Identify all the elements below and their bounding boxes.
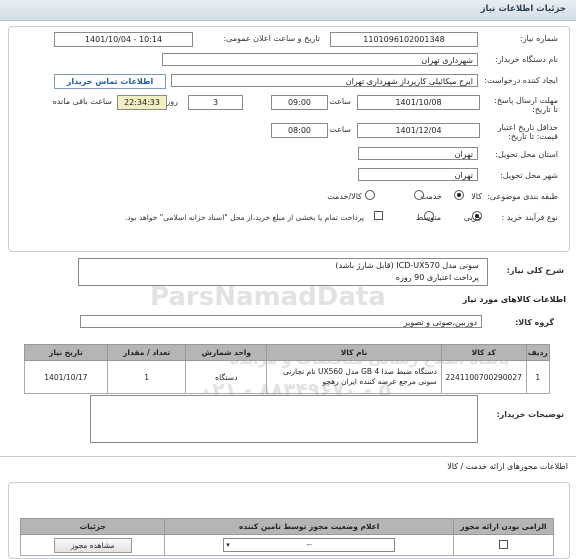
announce-field: 1401/10/04 - 10:14 bbox=[54, 32, 193, 47]
process-option-minor: جزیی bbox=[463, 213, 482, 222]
provider-divider bbox=[0, 456, 576, 457]
view-permit-button[interactable]: مشاهده مجوز bbox=[53, 537, 132, 553]
row-code: 2241100700290027 bbox=[440, 360, 527, 394]
need-number-label: شماره نیاز: bbox=[520, 34, 558, 43]
category-radio-both[interactable] bbox=[365, 190, 375, 200]
goods-table: ردیف کد کالا نام کالا واحد شمارش تعداد /… bbox=[24, 344, 551, 394]
table-row: -- ▾ مشاهده مجوز bbox=[19, 534, 555, 556]
col-unit: واحد شمارش bbox=[185, 344, 268, 361]
days-field: 3 bbox=[188, 95, 243, 110]
col-qty: تعداد / مقدار bbox=[106, 344, 187, 361]
summary-textarea[interactable]: سونی مدل ICD-UX570 (قابل شارژ باشد) پردا… bbox=[78, 258, 488, 286]
buyer-contact-link[interactable]: اطلاعات تماس خریدار bbox=[54, 74, 166, 89]
table-row[interactable]: 1 2241100700290027 دستگاه ضبط صدا 4 GB م… bbox=[24, 360, 551, 394]
required-cell bbox=[452, 534, 555, 556]
send-deadline-label: مهلت ارسال پاسخ: تا تاریخ: bbox=[494, 96, 558, 114]
category-radio-goods[interactable] bbox=[454, 190, 464, 200]
validity-label: حداقل تاریخ اعتبار قیمت: تا تاریخ: bbox=[497, 123, 558, 141]
announce-label: تاریخ و ساعت اعلان عمومی: bbox=[223, 34, 320, 43]
send-time-label: ساعت bbox=[329, 97, 351, 106]
chevron-down-icon: ▾ bbox=[226, 541, 230, 549]
buyer-field: شهرداری تهران bbox=[162, 53, 478, 66]
provider-section-title: اطلاعات مجوزهای ارائه خدمت / کالا bbox=[447, 462, 568, 471]
goods-group-field: دوربین،صوتی و تصویر bbox=[80, 315, 482, 328]
page-title: جزئیات اطلاعات نیاز bbox=[480, 4, 566, 14]
col-date: تاریخ نیاز bbox=[24, 344, 108, 361]
details-cell: مشاهده مجوز bbox=[19, 534, 166, 556]
summary-line-2: پرداخت اعتباری 90 روزه bbox=[395, 273, 479, 282]
treasury-checkbox[interactable] bbox=[374, 211, 383, 220]
row-unit: دستگاه bbox=[185, 360, 268, 394]
province-field: تهران bbox=[358, 147, 478, 160]
send-time-field: 09:00 bbox=[271, 95, 328, 110]
row-index: 1 bbox=[525, 360, 551, 394]
need-number-field: 1101096102001348 bbox=[330, 32, 478, 47]
category-label: طبقه بندی موضوعی: bbox=[487, 192, 558, 201]
creator-label: ایجاد کننده درخواست: bbox=[484, 76, 558, 85]
provider-table-header: الزامی بودن ارائه مجوز اعلام وضعیت مجوز … bbox=[19, 518, 555, 535]
col-required: الزامی بودن ارائه مجوز bbox=[452, 518, 555, 535]
process-label: نوع فرآیند خرید : bbox=[501, 213, 558, 222]
treasury-note: پرداخت تمام یا بخشی از مبلغ خرید،از محل … bbox=[124, 213, 364, 222]
category-option-service: خدمت bbox=[420, 192, 442, 201]
creator-field: ایرج میکائیلی کارپرداز شهرداری تهران bbox=[171, 74, 478, 87]
summary-label: شرح کلی نیاز: bbox=[506, 266, 564, 275]
process-option-medium: متوسط bbox=[415, 213, 441, 222]
city-label: شهر محل تحویل: bbox=[500, 171, 558, 180]
required-checkbox[interactable] bbox=[498, 539, 508, 549]
validity-date-field: 1401/12/04 bbox=[357, 123, 480, 138]
row-date: 1401/10/17 bbox=[24, 360, 108, 394]
page-header: جزئیات اطلاعات نیاز bbox=[0, 0, 576, 21]
buyer-label: نام دستگاه خریدار: bbox=[495, 55, 558, 64]
row-name: دستگاه ضبط صدا 4 GB مدل UX560 نام تجارتی… bbox=[266, 360, 442, 394]
province-label: استان محل تحویل: bbox=[495, 150, 558, 159]
col-name: نام کالا bbox=[266, 344, 442, 361]
validity-time-label: ساعت bbox=[329, 125, 351, 134]
remaining-time-field: 22:34:33 bbox=[117, 95, 167, 110]
buyer-notes-label: توضیحات خریدار: bbox=[496, 410, 564, 419]
col-code: کد کالا bbox=[440, 344, 527, 361]
goods-section-title: اطلاعات کالاهای مورد نیاز bbox=[462, 295, 566, 304]
validity-time-field: 08:00 bbox=[271, 123, 328, 138]
remaining-label: ساعت باقی مانده bbox=[52, 97, 112, 106]
col-index: ردیف bbox=[525, 344, 551, 361]
col-details: جزئیات bbox=[19, 518, 166, 535]
category-option-both: کالا/خدمت bbox=[327, 192, 362, 201]
goods-group-label: گروه کالا: bbox=[515, 318, 554, 327]
send-date-field: 1401/10/08 bbox=[357, 95, 480, 110]
col-status: اعلام وضعیت مجوز توسط تامین کننده bbox=[164, 518, 454, 535]
row-qty: 1 bbox=[106, 360, 187, 394]
buyer-notes-box bbox=[90, 395, 478, 443]
city-field: تهران bbox=[358, 168, 478, 181]
summary-line-1: سونی مدل ICD-UX570 (قابل شارژ باشد) bbox=[335, 261, 479, 270]
provider-table: الزامی بودن ارائه مجوز اعلام وضعیت مجوز … bbox=[19, 518, 555, 556]
goods-table-header: ردیف کد کالا نام کالا واحد شمارش تعداد /… bbox=[24, 344, 551, 361]
status-select-value: -- bbox=[306, 540, 312, 549]
category-option-goods: کالا bbox=[471, 192, 482, 201]
watermark-brand: ParsNamadData bbox=[150, 282, 386, 312]
status-cell: -- ▾ bbox=[164, 534, 454, 556]
status-select[interactable]: -- ▾ bbox=[223, 538, 396, 552]
